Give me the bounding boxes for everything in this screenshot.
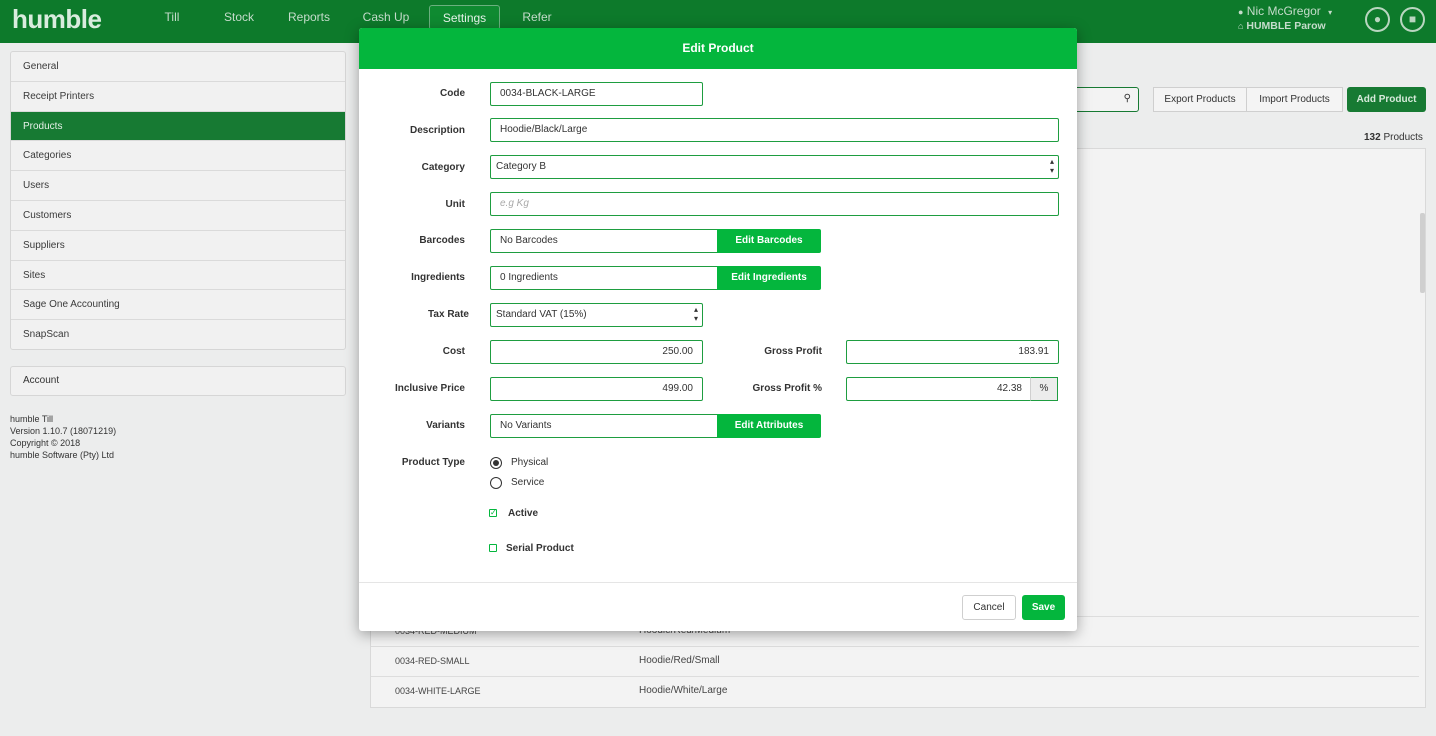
settings-sidebar: General Receipt Printers Products Catego… (10, 51, 346, 350)
sidebar-item-customers[interactable]: Customers (11, 201, 345, 231)
nav-till[interactable]: Till (154, 5, 190, 30)
service-radio-label[interactable]: Service (511, 477, 544, 488)
sidebar-item-snapscan[interactable]: SnapScan (11, 320, 345, 349)
logo: humble (12, 4, 102, 34)
sidebar-item-suppliers[interactable]: Suppliers (11, 231, 345, 261)
table-row[interactable]: 0034-WHITE-LARGE Hoodie/White/Large (371, 676, 1419, 706)
add-product-button[interactable]: Add Product (1347, 87, 1426, 112)
active-checkbox[interactable]: ✓ (489, 509, 497, 517)
code-input[interactable]: 0034-BLACK-LARGE (490, 82, 703, 106)
inclusive-price-input[interactable]: 499.00 (490, 377, 703, 401)
description-label: Description (409, 125, 465, 136)
sidebar-item-sage-one-accounting[interactable]: Sage One Accounting (11, 290, 345, 321)
modal-title: Edit Product (359, 28, 1077, 69)
nav-cash-up[interactable]: Cash Up (358, 5, 414, 30)
chevron-down-icon: ▾ (1328, 8, 1333, 17)
export-products-button[interactable]: Export Products (1153, 87, 1247, 112)
physical-radio-label[interactable]: Physical (511, 457, 548, 468)
product-type-label: Product Type (401, 457, 465, 468)
service-radio[interactable] (490, 477, 502, 489)
about-info: humble Till Version 1.10.7 (18071219) Co… (10, 413, 116, 461)
code-label: Code (440, 88, 465, 99)
unit-label: Unit (445, 199, 465, 210)
chat-icon[interactable]: ● (1365, 7, 1390, 32)
cost-label: Cost (442, 346, 465, 357)
tax-rate-select[interactable]: Standard VAT (15%) ▴ ▾ (490, 303, 703, 327)
category-label: Category (421, 162, 465, 173)
table-row[interactable]: 0034-RED-SMALL Hoodie/Red/Small (371, 646, 1419, 676)
row-code: 0034-WHITE-LARGE (395, 686, 481, 696)
gross-profit-input[interactable]: 183.91 (846, 340, 1059, 364)
gross-profit-percent-input[interactable]: 42.38 (846, 377, 1032, 401)
modal-footer-divider (359, 582, 1077, 583)
import-products-button[interactable]: Import Products (1246, 87, 1343, 112)
product-count-label: Products (1383, 132, 1423, 143)
active-checkbox-label[interactable]: Active (508, 508, 538, 519)
tax-rate-value: Standard VAT (15%) (496, 309, 587, 320)
variants-label: Variants (426, 420, 465, 431)
product-count: 132 Products (1364, 132, 1423, 143)
description-input[interactable]: Hoodie/Black/Large (490, 118, 1059, 142)
sidebar-item-general[interactable]: General (11, 52, 345, 82)
edit-barcodes-button[interactable]: Edit Barcodes (717, 229, 821, 253)
lock-icon[interactable]: ■ (1400, 7, 1425, 32)
physical-radio[interactable] (490, 457, 502, 469)
cancel-button[interactable]: Cancel (962, 595, 1016, 620)
row-code: 0034-RED-SMALL (395, 656, 470, 666)
inclusive-price-label: Inclusive Price (394, 383, 465, 394)
serial-product-checkbox-label[interactable]: Serial Product (506, 543, 574, 554)
site-name: HUMBLE Parow (1246, 20, 1326, 32)
unit-input[interactable]: e.g Kg (490, 192, 1059, 216)
barcodes-label: Barcodes (419, 235, 465, 246)
ingredients-field: 0 Ingredients (490, 266, 720, 290)
row-description: Hoodie/White/Large (639, 685, 728, 696)
home-icon: ⌂ (1238, 21, 1244, 31)
nav-settings[interactable]: Settings (429, 5, 500, 30)
sidebar-item-account[interactable]: Account (10, 366, 346, 396)
sidebar-item-categories[interactable]: Categories (11, 141, 345, 172)
gross-profit-label: Gross Profit (764, 346, 822, 357)
tax-rate-label: Tax Rate (428, 309, 469, 320)
cost-input[interactable]: 250.00 (490, 340, 703, 364)
nav-refer[interactable]: Refer (516, 5, 558, 30)
sidebar-item-users[interactable]: Users (11, 171, 345, 201)
save-button[interactable]: Save (1022, 595, 1065, 620)
nav-reports[interactable]: Reports (284, 5, 334, 30)
sidebar-item-receipt-printers[interactable]: Receipt Printers (11, 82, 345, 112)
serial-product-checkbox[interactable] (489, 544, 497, 552)
about-version: Version 1.10.7 (18071219) (10, 426, 117, 436)
list-scrollbar[interactable] (1420, 213, 1425, 293)
edit-product-modal: Edit Product Code 0034-BLACK-LARGE Descr… (359, 28, 1077, 631)
select-arrows-icon: ▴ ▾ (1049, 157, 1054, 175)
user-icon: ● (1238, 7, 1244, 17)
sidebar-item-sites[interactable]: Sites (11, 261, 345, 291)
edit-attributes-button[interactable]: Edit Attributes (717, 414, 821, 438)
user-name: Nic McGregor (1246, 4, 1321, 18)
gross-profit-percent-label: Gross Profit % (752, 383, 822, 394)
about-app: humble Till (10, 414, 54, 424)
percent-addon: % (1030, 377, 1058, 401)
category-select[interactable]: Category B ▴ ▾ (490, 155, 1059, 179)
search-icon[interactable]: ⚲ (1124, 93, 1131, 104)
category-value: Category B (496, 161, 547, 172)
select-arrows-icon: ▴ ▾ (693, 305, 698, 323)
ingredients-label: Ingredients (411, 272, 465, 283)
about-copyright: Copyright © 2018 (10, 438, 81, 448)
about-company: humble Software (Pty) Ltd (10, 450, 115, 460)
nav-stock[interactable]: Stock (218, 5, 260, 30)
product-count-number: 132 (1364, 132, 1381, 143)
edit-ingredients-button[interactable]: Edit Ingredients (717, 266, 821, 290)
barcodes-field: No Barcodes (490, 229, 720, 253)
sidebar-item-products[interactable]: Products (11, 111, 345, 142)
user-menu[interactable]: ● Nic McGregor ▾ ⌂ HUMBLE Parow (1238, 4, 1332, 32)
variants-field: No Variants (490, 414, 720, 438)
row-description: Hoodie/Red/Small (639, 655, 720, 666)
